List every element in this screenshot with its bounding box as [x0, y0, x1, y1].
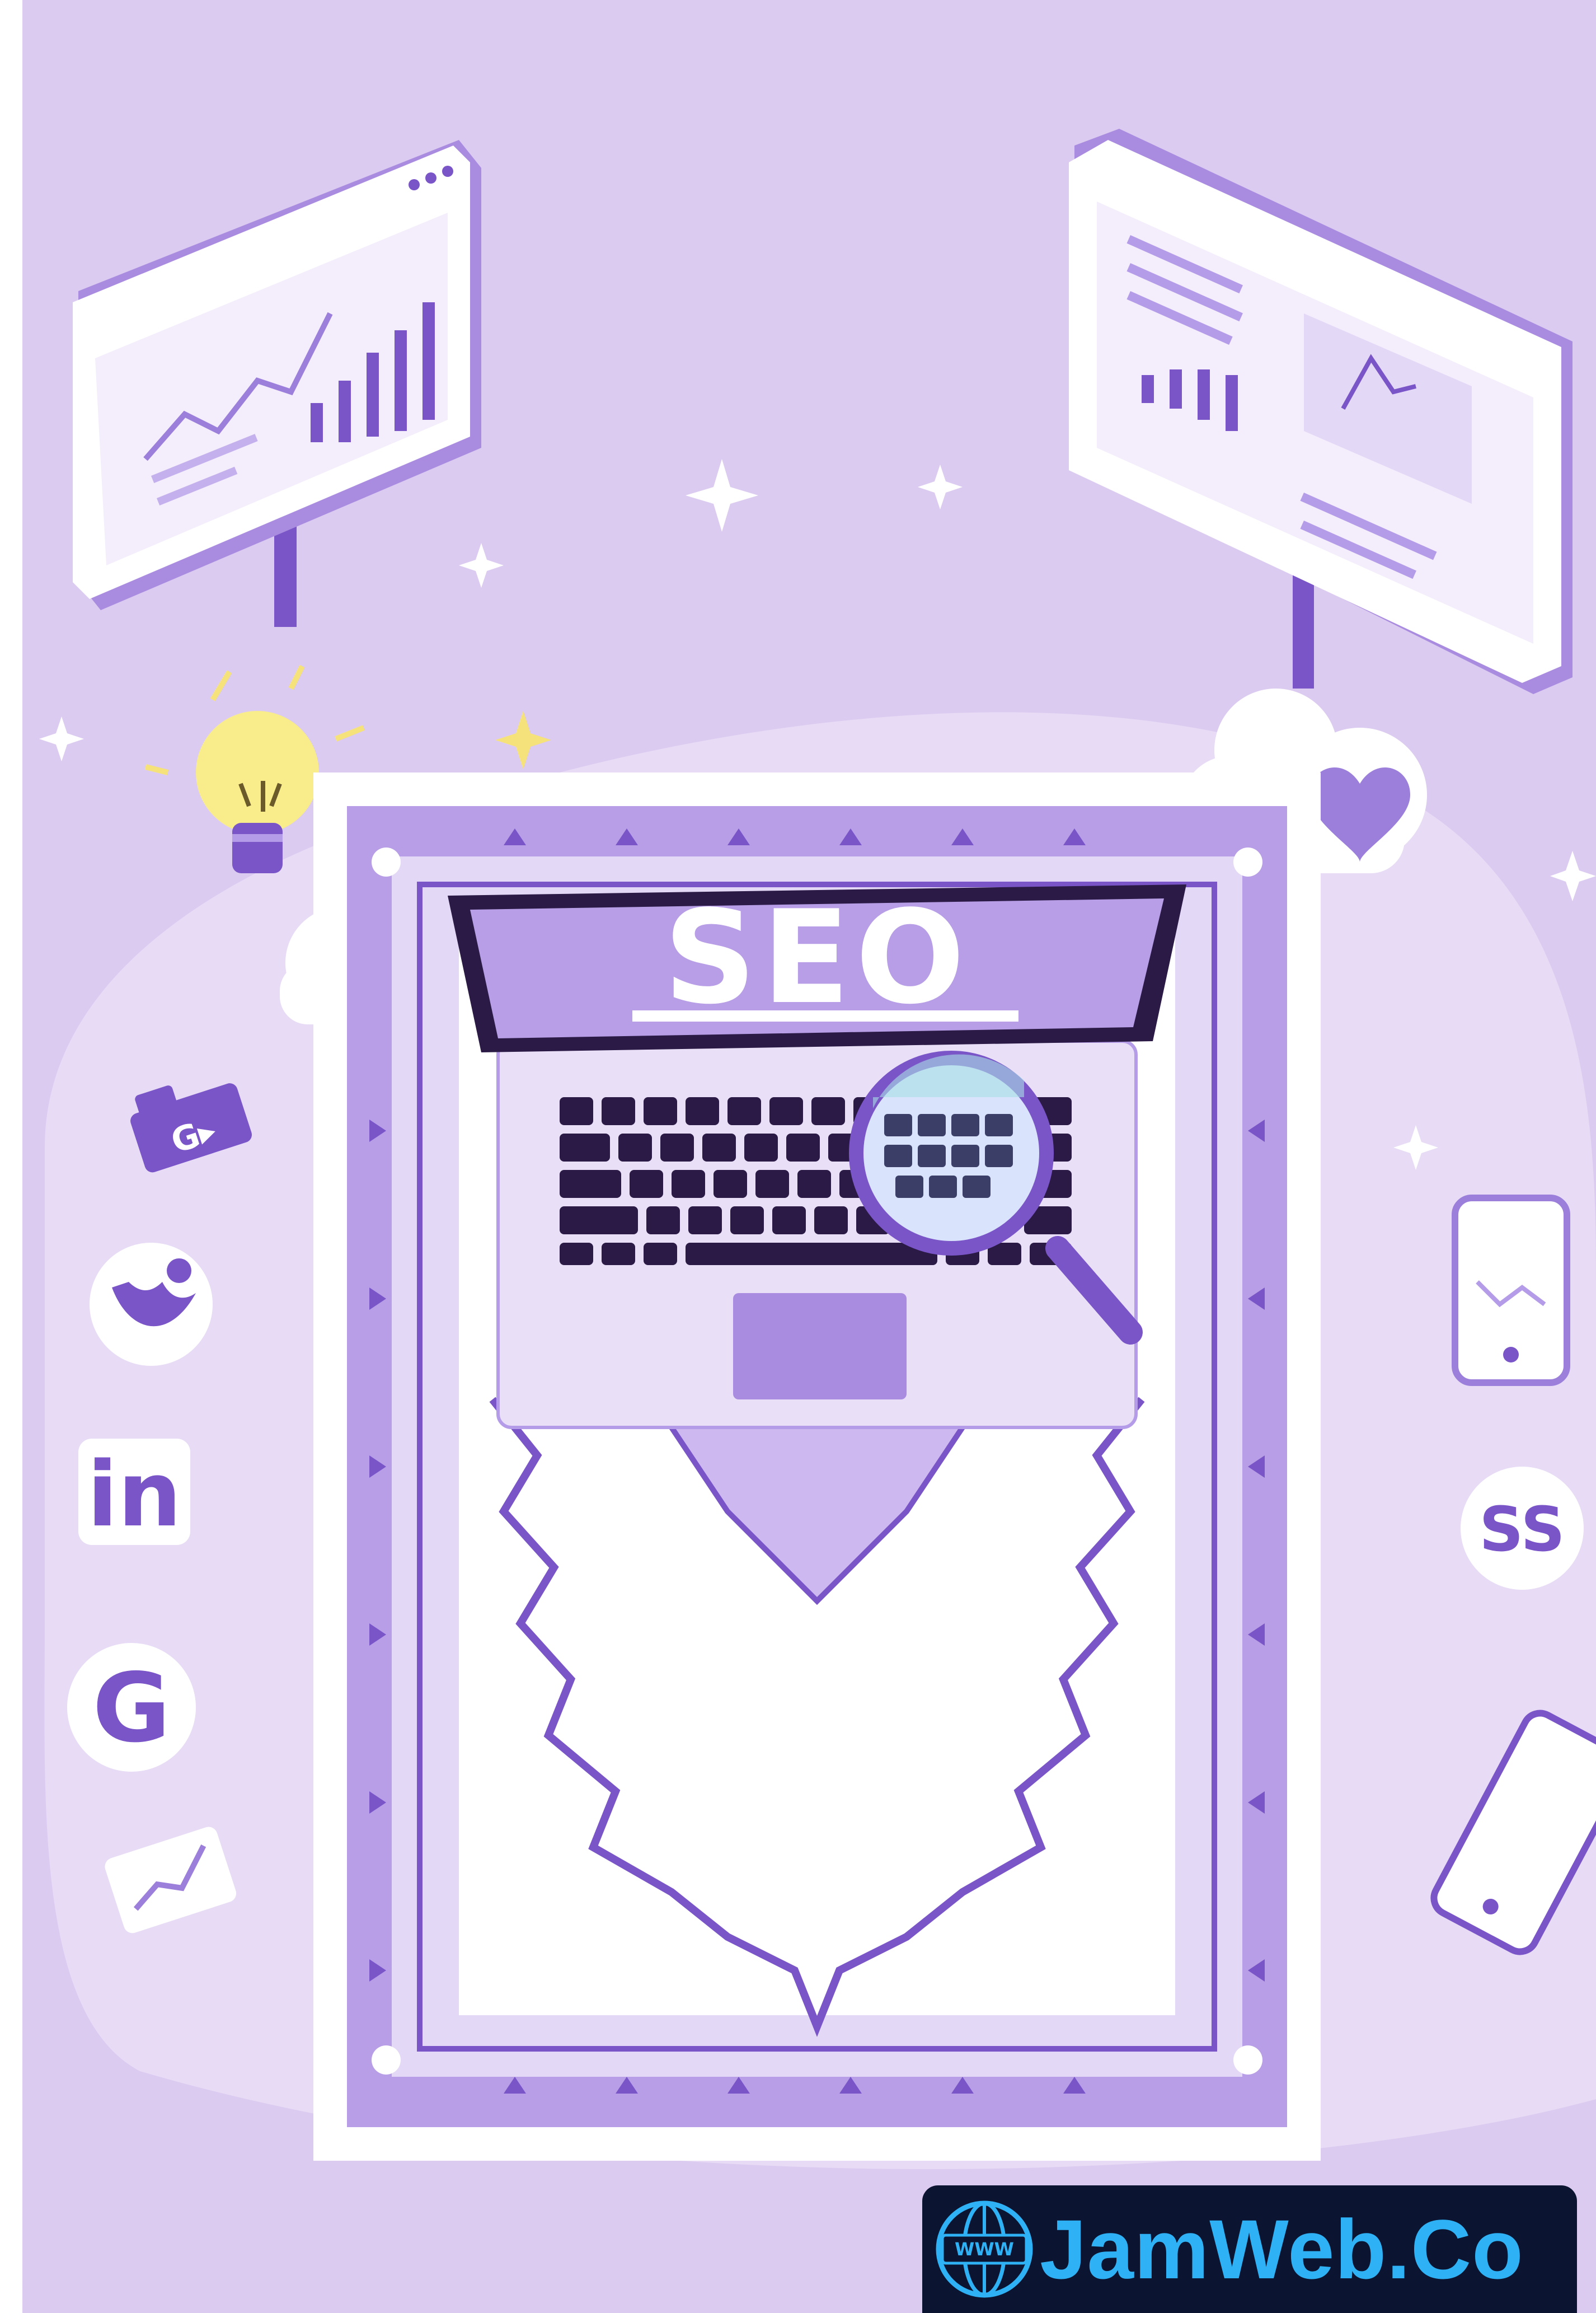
globe-icon: WWW: [936, 2200, 1033, 2298]
laptop-screen-text: SEO: [664, 883, 970, 1033]
twitter-icon: [90, 1243, 213, 1366]
left-billboard: [73, 140, 481, 627]
right-billboard: [1069, 129, 1572, 694]
linkedin-text: in: [87, 1442, 182, 1547]
google-text: G: [92, 1653, 171, 1764]
brand-name: JamWeb.Co: [1040, 2202, 1524, 2296]
smartphone-icon: [1452, 1195, 1570, 1386]
brand-badge: WWW JamWeb.Co: [922, 2185, 1577, 2313]
touchpad: [733, 1293, 907, 1399]
ss-circle-text: SS: [1479, 1493, 1565, 1565]
seo-illustration: SEO G▸ in G SS: [39, 129, 1596, 2169]
globe-label: WWW: [955, 2239, 1014, 2260]
